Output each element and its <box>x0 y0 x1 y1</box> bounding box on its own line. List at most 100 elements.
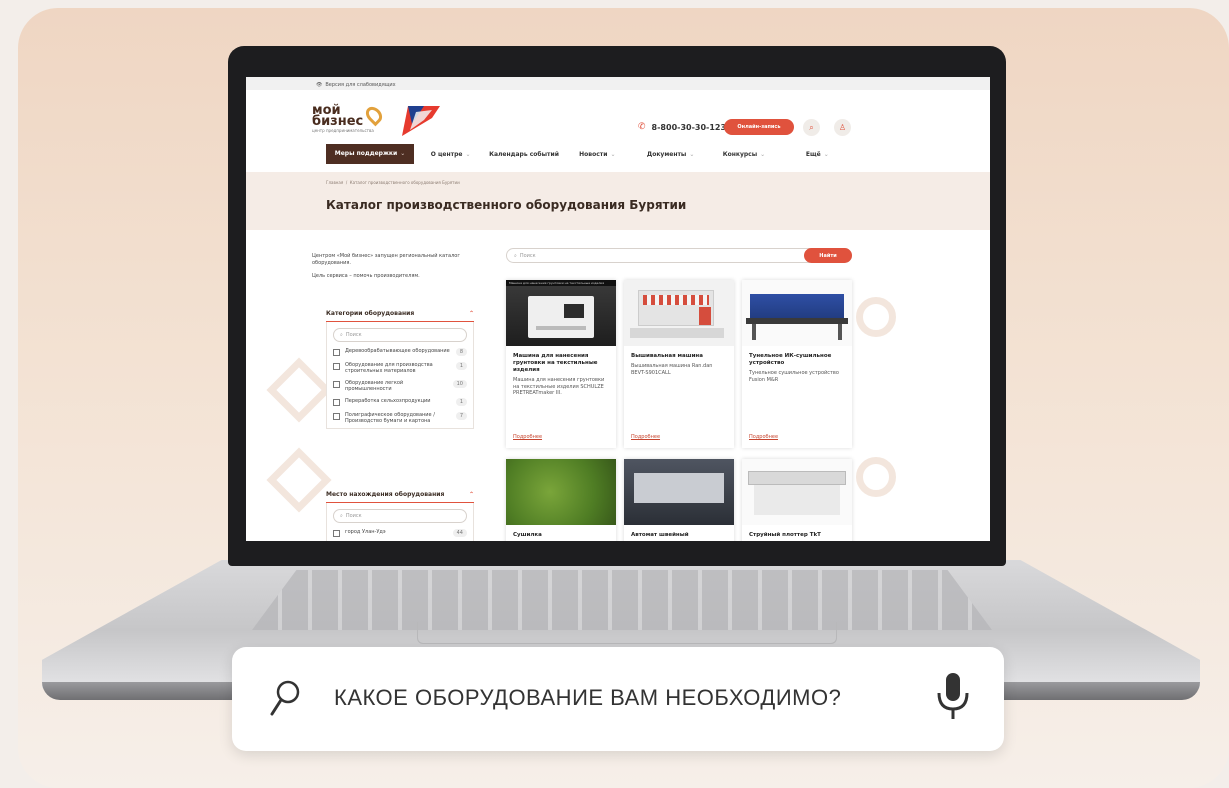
equipment-card[interactable]: Автомат швейный <box>624 459 734 541</box>
category-count: 1 <box>455 398 467 406</box>
site-logo[interactable]: мой бизнес центр предпринимательства <box>312 104 374 133</box>
chevron-down-icon: ⌄ <box>823 150 829 158</box>
microphone-icon[interactable] <box>934 671 972 723</box>
chevron-up-icon[interactable]: ⌃ <box>469 310 474 317</box>
equipment-card[interactable]: Машина для нанесения грунтовки на тексти… <box>506 280 616 448</box>
category-label: Переработка сельхозпродукции <box>345 398 431 404</box>
location-search-input[interactable]: ⌕ Поиск <box>333 509 467 523</box>
equipment-image[interactable]: Машина для нанесения грунтовки на тексти… <box>506 280 616 346</box>
nav-item-news[interactable]: Новости ⌄ <box>561 151 634 158</box>
breadcrumb: Главная / Каталог производственного обор… <box>326 180 460 185</box>
accessibility-link[interactable]: Версия для слабовидящих <box>325 82 395 88</box>
nav-item-documents[interactable]: Документы ⌄ <box>634 151 707 158</box>
decor-ornament <box>266 447 332 513</box>
nav-label: О центре <box>430 150 463 158</box>
breadcrumb-separator: / <box>345 180 348 185</box>
card-more-link[interactable]: Подробнее <box>624 434 667 440</box>
categories-filter-header[interactable]: Категории оборудования ⌃ <box>326 310 474 322</box>
chevron-down-icon: ⌄ <box>465 150 471 158</box>
equipment-image[interactable] <box>742 459 852 525</box>
categories-search-input[interactable]: ⌕ Поиск <box>333 328 467 342</box>
phone-icon: ✆ <box>638 122 646 132</box>
category-count: 1 <box>455 362 467 370</box>
card-more-link[interactable]: Подробнее <box>742 434 785 440</box>
search-placeholder: Поиск <box>345 513 362 519</box>
equipment-image[interactable] <box>624 280 734 346</box>
category-label: Оборудование легкой промышленности <box>345 380 404 392</box>
laptop-keyboard <box>252 570 992 630</box>
location-filter: Место нахождения оборудования ⌃ ⌕ Поиск … <box>326 491 474 541</box>
card-description: Машина для нанесения грунтовки на тексти… <box>513 377 605 396</box>
equipment-card[interactable]: Струйный плоттер TkT <box>742 459 852 541</box>
checkbox[interactable] <box>333 530 340 537</box>
equipment-image[interactable] <box>742 280 852 346</box>
card-more-link[interactable]: Подробнее <box>506 434 549 440</box>
site-header: мой бизнес центр предпринимательства ✆ 8… <box>246 90 990 145</box>
printer-machine-icon <box>528 296 594 338</box>
equipment-card[interactable]: Сушилка <box>506 459 616 541</box>
checkbox[interactable] <box>333 399 340 406</box>
intro-paragraph-2: Цель сервиса – помочь производителям. <box>312 273 420 279</box>
decor-ornament <box>847 448 905 506</box>
checkbox[interactable] <box>333 413 340 420</box>
equipment-image[interactable] <box>624 459 734 525</box>
categories-title: Категории оборудования <box>326 310 415 317</box>
nav-item-about[interactable]: О центре ⌄ <box>414 151 487 158</box>
laptop-trackpad <box>417 622 837 644</box>
location-filter-body: ⌕ Поиск город Улан-Удэ 44 <box>326 503 474 541</box>
chevron-up-icon[interactable]: ⌃ <box>469 491 474 498</box>
category-item[interactable]: Деревообрабатывающее оборудование 8 <box>333 348 467 356</box>
chevron-down-icon: ⌄ <box>610 150 616 158</box>
location-filter-header[interactable]: Место нахождения оборудования ⌃ <box>326 491 474 503</box>
category-item[interactable]: Переработка сельхозпродукции 1 <box>333 398 467 406</box>
category-count: 8 <box>455 348 467 356</box>
phone-link[interactable]: ✆ 8-800-30-30-123 <box>638 122 726 132</box>
search-icon[interactable]: ⌕ <box>803 119 820 136</box>
catalog-search-input[interactable]: ⌕ Поиск Найти <box>506 248 852 263</box>
category-item[interactable]: Полиграфическое оборудование / Производс… <box>333 412 467 424</box>
card-title: Автомат швейный <box>631 532 689 538</box>
search-placeholder: Поиск <box>519 252 536 259</box>
search-placeholder: Поиск <box>345 332 362 338</box>
nav-item-more[interactable]: Ещё ⌄ <box>781 151 854 158</box>
equipment-image[interactable] <box>506 459 616 525</box>
card-title: Тунельное ИК-сушильное устройство <box>749 353 832 366</box>
breadcrumb-home[interactable]: Главная <box>326 180 343 185</box>
sewing-machine-icon <box>634 473 724 503</box>
nav-item-support[interactable]: Меры поддержки ⌄ <box>326 144 414 164</box>
category-item[interactable]: Оборудование для производства строительн… <box>333 362 467 374</box>
checkbox[interactable] <box>333 363 340 370</box>
intro-text: Центром «Мой бизнес» запущен региональны… <box>312 253 472 280</box>
user-icon[interactable]: ♙ <box>834 119 851 136</box>
accessibility-bar[interactable]: 👁 Версия для слабовидящих <box>246 77 990 90</box>
equipment-card[interactable]: Тунельное ИК-сушильное устройство Тунель… <box>742 280 852 448</box>
card-description: Вышивальная машина Ran.dan BEVT-S901CALL <box>631 363 713 376</box>
decor-ornament <box>847 288 905 346</box>
search-icon: ⌕ <box>514 252 517 259</box>
search-submit-button[interactable]: Найти <box>804 248 852 263</box>
checkbox[interactable] <box>333 381 340 388</box>
location-count: 44 <box>452 529 467 537</box>
logo-tagline: центр предпринимательства <box>312 128 374 133</box>
page-hero: Главная / Каталог производственного обор… <box>246 172 990 230</box>
card-description: Тунельное сушильное устройство Fusion M&… <box>749 370 839 383</box>
online-booking-button[interactable]: Онлайн-запись <box>724 119 794 135</box>
voice-search-banner[interactable]: КАКОЕ ОБОРУДОВАНИЕ ВАМ НЕОБХОДИМО? <box>232 647 1004 751</box>
equipment-card[interactable]: Вышивальная машина Вышивальная машина Ra… <box>624 280 734 448</box>
chevron-down-icon: ⌄ <box>760 150 766 158</box>
category-item[interactable]: Оборудование легкой промышленности 10 <box>333 380 467 392</box>
location-label: город Улан-Удэ <box>345 529 386 535</box>
decor-ornament <box>266 357 332 423</box>
phone-number: 8-800-30-30-123 <box>651 122 727 132</box>
eye-icon: 👁 <box>316 82 323 88</box>
location-item[interactable]: город Улан-Удэ 44 <box>333 529 467 537</box>
checkbox[interactable] <box>333 349 340 356</box>
main-nav: Меры поддержки ⌄ О центре ⌄ Календарь собы… <box>326 144 854 164</box>
search-icon: ⌕ <box>340 332 343 338</box>
nav-item-contests[interactable]: Конкурсы ⌄ <box>707 151 780 158</box>
nav-label: Документы <box>646 150 687 158</box>
category-label: Оборудование для производства строительн… <box>345 362 433 374</box>
breadcrumb-current: Каталог производственного оборудования Б… <box>349 180 460 185</box>
category-count: 7 <box>455 412 467 420</box>
nav-item-events[interactable]: Календарь событий <box>487 151 560 158</box>
